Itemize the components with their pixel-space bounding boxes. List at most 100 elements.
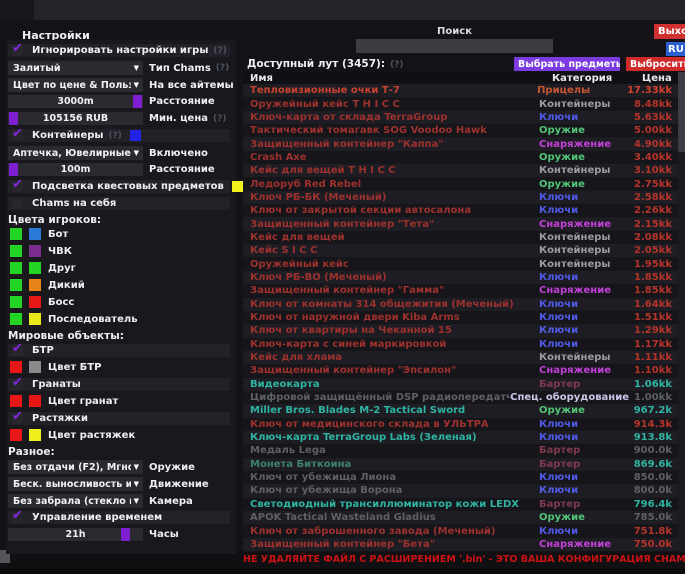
table-row[interactable]: Ключ от комнаты 314 общежития (Меченый)К… bbox=[243, 298, 685, 311]
color-swatch[interactable] bbox=[29, 296, 41, 308]
table-row[interactable]: APOK Tactical Wasteland GladiusОружие785… bbox=[243, 511, 685, 524]
checkbox[interactable]: ✔ bbox=[12, 379, 23, 390]
slider[interactable]: 100m bbox=[8, 163, 143, 176]
dropdown-value: Без забрала (стекло шлема) bbox=[8, 496, 131, 507]
dropdown[interactable]: Беск. выносливость и нет уста▼ bbox=[8, 477, 143, 491]
language-button[interactable]: RU bbox=[666, 42, 685, 56]
color-swatch[interactable] bbox=[29, 361, 41, 373]
table-scrollbar[interactable] bbox=[678, 72, 685, 552]
chevron-down-icon: ▼ bbox=[134, 463, 139, 471]
select-kappa-items-button[interactable]: Выбрать предметы каппа bbox=[514, 57, 620, 71]
item-name: Оружейный кейс bbox=[243, 259, 539, 270]
color-swatch[interactable] bbox=[10, 279, 22, 291]
sidebar-select-row: Без забрала (стекло шлема)▼Камера bbox=[8, 494, 236, 508]
table-row[interactable]: Защищенный контейнер "Тета"Снаряжение2.1… bbox=[243, 217, 685, 230]
table-row[interactable]: Кейс S I C CКонтейнеры2.05kk bbox=[243, 244, 685, 257]
dropdown[interactable]: Аптечка, Ювелирные и...▼ bbox=[8, 146, 143, 160]
color-swatch[interactable] bbox=[10, 313, 22, 325]
color-swatch[interactable] bbox=[10, 429, 22, 441]
item-price: 869.6k bbox=[629, 459, 685, 470]
table-row[interactable]: Miller Bros. Blades M-2 Tactical SwordОр… bbox=[243, 404, 685, 417]
table-row[interactable]: Защищенный контейнер "Бета"Снаряжение750… bbox=[243, 538, 685, 551]
table-row[interactable]: Цифровой защищённый DSP радиопередатчикС… bbox=[243, 391, 685, 404]
checkbox[interactable]: ✔ bbox=[12, 413, 23, 424]
color-pair-label: Цвет БТР bbox=[48, 362, 101, 373]
checkbox[interactable]: ✔ bbox=[12, 130, 23, 141]
warning-text: НЕ УДАЛЯЙТЕ ФАЙЛ С РАСШИРЕНИЕМ '.bin' - … bbox=[243, 554, 685, 565]
slider[interactable]: 21h bbox=[8, 528, 143, 541]
table-row[interactable]: Кейс для вещейКонтейнеры2.08kk bbox=[243, 231, 685, 244]
table-row[interactable]: Светодиодный трансиллюминатор кожи LEDXБ… bbox=[243, 498, 685, 511]
sidebar-slider-row: 3000mРасстояние bbox=[8, 95, 236, 108]
table-row[interactable]: Ключ РБ-ВО (Меченый)Ключи1.85kk bbox=[243, 271, 685, 284]
table-row[interactable]: Ключ от заброшенного завода (Меченый)Клю… bbox=[243, 524, 685, 537]
dropdown[interactable]: Без забрала (стекло шлема)▼ bbox=[8, 494, 143, 508]
color-swatch[interactable] bbox=[10, 262, 22, 274]
dropdown[interactable]: Цвет по цене & Пользователь▼ bbox=[8, 78, 143, 92]
table-row[interactable]: Crash AxeОружие3.40kk bbox=[243, 151, 685, 164]
checkbox[interactable]: ✔ bbox=[12, 345, 23, 356]
table-row[interactable]: Ледоруб Red RebelОружие2.75kk bbox=[243, 177, 685, 190]
table-row[interactable]: Ключ РБ-БК (Меченый)Ключи2.58kk bbox=[243, 191, 685, 204]
table-row[interactable]: Кейс для хламаКонтейнеры1.11kk bbox=[243, 351, 685, 364]
color-swatch[interactable] bbox=[130, 130, 141, 141]
color-swatch[interactable] bbox=[232, 181, 243, 192]
checkbox[interactable]: ✔ bbox=[12, 45, 23, 56]
loot-table-header: Имя Категория Цена bbox=[243, 72, 685, 84]
color-swatch[interactable] bbox=[29, 429, 41, 441]
table-row[interactable]: Оружейный кейсКонтейнеры1.95kk bbox=[243, 257, 685, 270]
dropdown[interactable]: Залитый▼ bbox=[8, 61, 143, 75]
checkbox-label: Гранаты bbox=[32, 379, 81, 390]
slider-label: Часы bbox=[149, 529, 179, 540]
color-swatch[interactable] bbox=[10, 395, 22, 407]
checkbox[interactable] bbox=[12, 198, 23, 209]
color-swatch[interactable] bbox=[10, 228, 22, 240]
color-swatch[interactable] bbox=[29, 228, 41, 240]
drop-all-button[interactable]: Выбросить все bbox=[626, 57, 685, 71]
table-row[interactable]: Ключ-карта с синей маркировкойКлючи1.17k… bbox=[243, 338, 685, 351]
exit-button[interactable]: Выход bbox=[654, 24, 685, 39]
checkbox[interactable]: ✔ bbox=[12, 181, 23, 192]
color-swatch[interactable] bbox=[29, 262, 41, 274]
item-price: 2.05kk bbox=[629, 245, 685, 256]
dropdown-value: Залитый bbox=[8, 63, 131, 74]
table-row[interactable]: Ключ-карта от склада TerraGroupКлючи5.63… bbox=[243, 111, 685, 124]
table-row[interactable]: Ключ от квартиры на Чеканной 15Ключи1.29… bbox=[243, 324, 685, 337]
table-row[interactable]: ВидеокартаБартер1.06kk bbox=[243, 378, 685, 391]
table-row[interactable]: Ключ от закрытой секции автосалонаКлючи2… bbox=[243, 204, 685, 217]
color-swatch[interactable] bbox=[29, 279, 41, 291]
color-swatch[interactable] bbox=[29, 395, 41, 407]
table-row[interactable]: Защищенный контейнер "Каппа"Снаряжение4.… bbox=[243, 137, 685, 150]
table-row[interactable]: Защищенный контейнер "Гамма"Снаряжение1.… bbox=[243, 284, 685, 297]
dropdown[interactable]: Без отдачи (F2), Мгновенное п▼ bbox=[8, 460, 143, 474]
color-swatch[interactable] bbox=[10, 296, 22, 308]
color-swatch[interactable] bbox=[10, 361, 22, 373]
table-row[interactable]: Защищенный контейнер "Эпсилон"Снаряжение… bbox=[243, 364, 685, 377]
color-swatch[interactable] bbox=[29, 313, 41, 325]
slider[interactable]: 3000m bbox=[8, 95, 143, 108]
table-row[interactable]: Тактический томагавк SOG Voodoo HawkОруж… bbox=[243, 124, 685, 137]
checkbox[interactable]: ✔ bbox=[12, 512, 23, 523]
table-row[interactable]: Кейс для вещей T H I C CКонтейнеры3.10kk bbox=[243, 164, 685, 177]
table-row[interactable]: Ключ от убежища ВоронаКлючи800.0k bbox=[243, 484, 685, 497]
table-row[interactable]: Ключ от медицинского склада в УЛЬТРАКлюч… bbox=[243, 418, 685, 431]
search-input[interactable] bbox=[356, 39, 553, 53]
color-swatch[interactable] bbox=[10, 245, 22, 257]
table-row[interactable]: Монета БиткоинаБартер869.6k bbox=[243, 458, 685, 471]
table-row[interactable]: Медаль LegaБартер900.0k bbox=[243, 444, 685, 457]
item-price: 800.0k bbox=[629, 485, 685, 496]
item-price: 2.58kk bbox=[629, 192, 685, 203]
table-row[interactable]: Ключ от убежища ЛионаКлючи850.0k bbox=[243, 471, 685, 484]
slider[interactable]: 105156 RUB bbox=[8, 112, 143, 125]
table-row[interactable]: Ключ-карта TerraGroup Labs (Зеленая)Ключ… bbox=[243, 431, 685, 444]
slider-value: 3000m bbox=[8, 95, 143, 108]
table-row[interactable]: Тепловизионные очки Т-7Прицелы17.33kk bbox=[243, 84, 685, 97]
scrollbar-thumb[interactable] bbox=[678, 72, 685, 152]
table-row[interactable]: Оружейный кейс T H I C CКонтейнеры8.48kk bbox=[243, 97, 685, 110]
item-category: Оружие bbox=[539, 405, 629, 416]
dropdown-value: Беск. выносливость и нет уста bbox=[8, 479, 131, 490]
color-pair-label: Последователь bbox=[48, 314, 138, 325]
color-swatch[interactable] bbox=[29, 245, 41, 257]
table-row[interactable]: Ключ от наружной двери Kiba ArmsКлючи1.5… bbox=[243, 311, 685, 324]
item-name: Ключ РБ-БК (Меченый) bbox=[243, 192, 539, 203]
